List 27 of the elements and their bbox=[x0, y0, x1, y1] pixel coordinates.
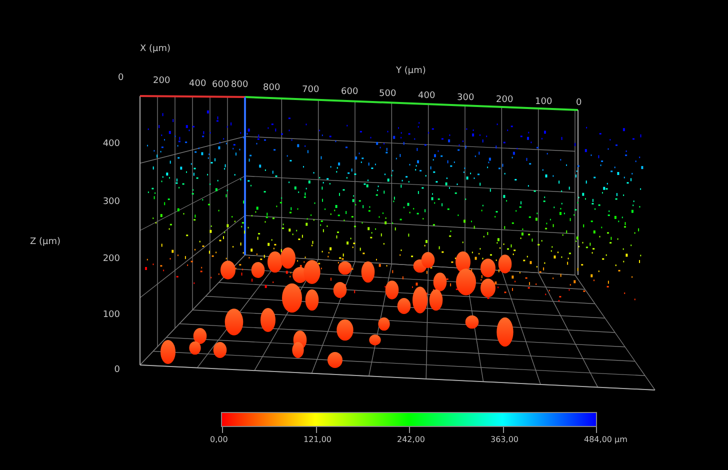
color-scale-label: 121,00 bbox=[304, 436, 332, 444]
y-tick-label: 200 bbox=[496, 96, 514, 105]
z-tick-label: 400 bbox=[102, 140, 120, 149]
z-tick-label: 200 bbox=[102, 255, 120, 264]
color-scale-label: 363,00 bbox=[490, 436, 518, 444]
z-tick-label: 300 bbox=[102, 198, 120, 207]
y-tick-label: 0 bbox=[576, 99, 582, 108]
color-scale-label: 242,00 bbox=[397, 436, 425, 444]
z-tick-label: 0 bbox=[113, 366, 120, 375]
x-tick-label: 800 bbox=[231, 81, 248, 90]
y-tick-label: 400 bbox=[418, 92, 436, 101]
z-tick-label: 100 bbox=[102, 311, 120, 320]
y-tick-label: 800 bbox=[263, 84, 280, 93]
y-axis-title: Y (µm) bbox=[396, 67, 426, 76]
y-tick-label: 600 bbox=[341, 88, 358, 97]
color-scale-label: 484,00 µm bbox=[584, 436, 628, 444]
x-tick-label: 600 bbox=[212, 81, 230, 90]
z-axis-title: Z (µm) bbox=[30, 238, 61, 247]
x-axis-title: X (µm) bbox=[140, 45, 171, 54]
y-tick-label: 100 bbox=[535, 98, 552, 107]
x-tick-label: 400 bbox=[189, 80, 206, 89]
y-tick-label: 300 bbox=[457, 94, 474, 103]
x-tick-label: 200 bbox=[153, 77, 170, 86]
y-tick-label: 500 bbox=[379, 90, 396, 99]
color-scale-label: 0,00 bbox=[210, 436, 228, 444]
x-tick-label: 0 bbox=[118, 74, 124, 83]
y-tick-label: 700 bbox=[302, 86, 320, 95]
